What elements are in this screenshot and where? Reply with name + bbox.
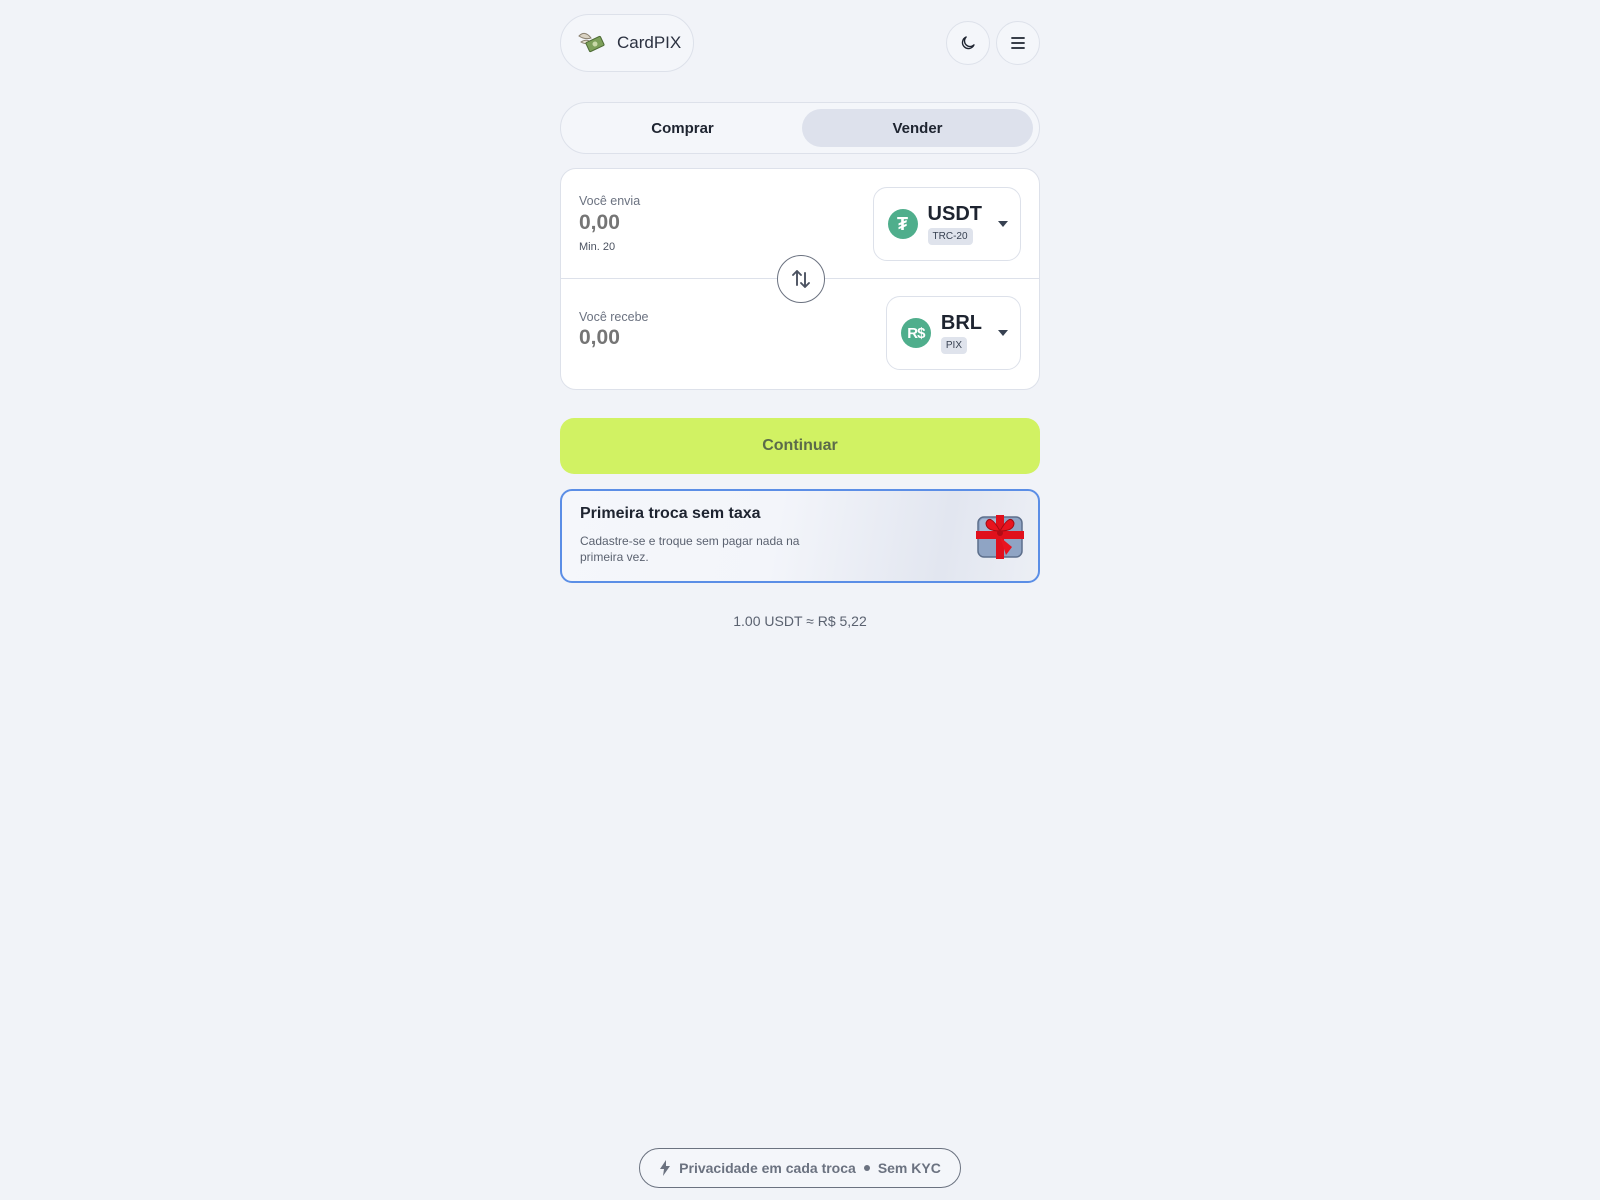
chevron-down-icon [998,221,1008,227]
real-icon: R$ [900,318,931,348]
send-network-badge: TRC-20 [927,228,973,245]
privacy-badge: Privacidade em cada troca Sem KYC [639,1148,961,1188]
exchange-card: Você envia Min. 20 ₮ USDT TRC-20 Você re… [560,168,1040,390]
receive-currency-text: BRL PIX [940,312,982,354]
receive-label: Você recebe [579,310,649,324]
gift-icon [976,515,1024,559]
promo-banner[interactable]: Primeira troca sem taxa Cadastre-se e tr… [560,489,1040,583]
chevron-down-icon [998,330,1008,336]
send-currency-select[interactable]: ₮ USDT TRC-20 [872,187,1021,261]
tab-vender[interactable]: Vender [802,109,1033,147]
hamburger-menu-icon [1011,37,1025,49]
header: CardPIX [560,14,1040,72]
exchange-page: CardPIX Comprar Vender Você envia Min. 2… [560,14,1040,629]
privacy-text: Privacidade em cada troca [679,1160,856,1176]
swap-arrows-icon [792,270,810,288]
send-amount-input[interactable] [579,211,779,235]
bolt-icon [660,1160,671,1176]
tab-comprar[interactable]: Comprar [567,109,798,147]
menu-button[interactable] [996,21,1040,65]
swap-button[interactable] [777,255,825,303]
exchange-rate-text: 1.00 USDT ≈ R$ 5,22 [733,613,867,629]
tether-icon: ₮ [887,209,918,239]
trade-mode-tabs: Comprar Vender [560,102,1040,154]
send-label: Você envia [579,194,641,208]
send-currency-code: USDT [927,203,982,225]
header-actions [946,21,1040,65]
theme-toggle-button[interactable] [946,21,990,65]
promo-text: Cadastre-se e troque sem pagar nada na p… [580,534,800,564]
receive-network-badge: PIX [940,337,968,354]
send-currency-text: USDT TRC-20 [927,203,982,245]
brand-name: CardPIX [617,33,682,52]
promo-title: Primeira troca sem taxa [580,505,761,522]
send-min-text: Min. 20 [579,241,616,253]
receive-currency-code: BRL [940,312,982,334]
receive-currency-select[interactable]: R$ BRL PIX [885,296,1021,370]
kyc-text: Sem KYC [877,1160,941,1176]
separator-dot [863,1165,870,1171]
continue-button[interactable]: Continuar [560,418,1040,474]
moon-icon [961,36,975,50]
brand-home-link[interactable]: CardPIX [560,14,695,72]
receive-amount-input[interactable] [579,326,779,350]
money-wings-icon [578,32,605,53]
